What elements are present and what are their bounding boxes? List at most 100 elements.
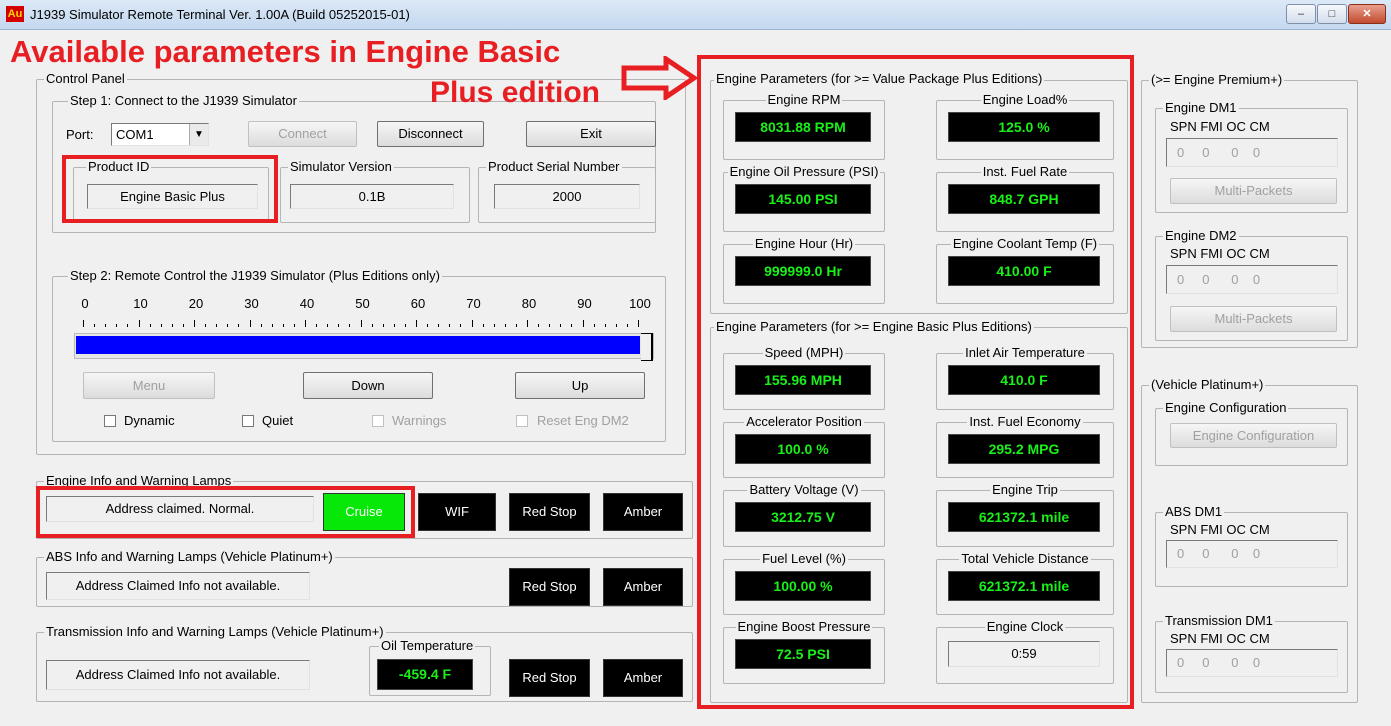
slider-tick [416, 320, 417, 327]
exit-button[interactable]: Exit [526, 121, 656, 147]
connect-button[interactable]: Connect [248, 121, 357, 147]
slider-tick [282, 324, 284, 327]
slider-ticks [83, 318, 643, 327]
slider-scale-label: 10 [133, 296, 148, 311]
slider-tick [349, 324, 351, 327]
slider-tick [316, 324, 318, 327]
slider-thumb[interactable] [641, 333, 653, 361]
slider-tick [626, 324, 628, 327]
slider-tick [582, 320, 584, 327]
slider-tick [116, 324, 118, 327]
slider-tick [393, 324, 395, 327]
chevron-down-icon[interactable]: ▼ [189, 124, 208, 145]
engine-dm1-values: 0 0 0 0 [1166, 138, 1338, 167]
warnings-checkbox[interactable] [372, 415, 384, 427]
engine-dm2-values: 0 0 0 0 [1166, 265, 1338, 294]
abs-info-title: ABS Info and Warning Lamps (Vehicle Plat… [44, 549, 335, 564]
slider-tick [571, 324, 573, 327]
engine-amber-lamp: Amber [603, 493, 683, 531]
slider-tick [227, 324, 229, 327]
minimize-button[interactable]: – [1286, 4, 1316, 24]
abs-dm1-values: 0 0 0 0 [1166, 540, 1338, 568]
slider-tick [371, 324, 373, 327]
trans-amber-lamp: Amber [603, 659, 683, 697]
down-button[interactable]: Down [303, 372, 433, 399]
trans-info-title: Transmission Info and Warning Lamps (Veh… [44, 624, 386, 639]
throttle-slider[interactable] [74, 333, 654, 361]
slider-tick [94, 324, 96, 327]
annotation-line1: Available parameters in Engine Basic [10, 34, 561, 69]
wif-lamp: WIF [418, 493, 496, 531]
slider-tick [160, 324, 162, 327]
disconnect-button[interactable]: Disconnect [377, 121, 484, 147]
trans-dm1-headers: SPN FMI OC CM [1170, 631, 1270, 646]
engine-dm2-multi-packets-button[interactable]: Multi-Packets [1170, 306, 1337, 332]
abs-amber-lamp: Amber [603, 568, 683, 606]
slider-tick [305, 320, 306, 327]
slider-tick [216, 324, 218, 327]
abs-dm1-title: ABS DM1 [1163, 504, 1225, 519]
sim-version-field: 0.1B [290, 184, 454, 209]
slider-tick [360, 320, 362, 327]
slider-tick [382, 324, 384, 327]
slider-tick [127, 324, 129, 327]
slider-tick [182, 324, 184, 327]
trans-status-field: Address Claimed Info not available. [46, 660, 310, 690]
slider-scale-label: 40 [299, 296, 315, 311]
right-arrow-icon [621, 56, 699, 100]
slider-tick [327, 324, 329, 327]
window-title: J1939 Simulator Remote Terminal Ver. 1.0… [30, 7, 410, 22]
slider-tick [438, 324, 440, 327]
slider-tick [482, 324, 484, 327]
slider-tick [538, 324, 540, 327]
reset-dm2-checkbox[interactable] [516, 415, 528, 427]
sim-version-label: Simulator Version [288, 159, 394, 174]
port-select[interactable]: COM1 ▼ [111, 123, 209, 146]
premium-title: (>= Engine Premium+) [1149, 72, 1285, 87]
slider-tick [527, 320, 528, 327]
oil-temp-label: Oil Temperature [379, 638, 476, 653]
trans-dm1-values: 0 0 0 0 [1166, 649, 1338, 677]
slider-tick [515, 324, 517, 327]
slider-tick [493, 324, 495, 327]
engine-config-title: Engine Configuration [1163, 400, 1289, 415]
engine-dm1-headers: SPN FMI OC CM [1170, 119, 1270, 134]
abs-status-field: Address Claimed Info not available. [46, 572, 310, 600]
close-button[interactable]: ✕ [1348, 4, 1386, 24]
slider-tick [271, 324, 273, 327]
slider-tick [138, 320, 140, 327]
slider-scale-label: 90 [577, 296, 592, 311]
annotation-line2: Plus edition [430, 76, 601, 109]
slider-fill [76, 336, 640, 354]
trans-red-stop-lamp: Red Stop [509, 659, 590, 697]
slider-tick [449, 324, 451, 327]
abs-red-stop-lamp: Red Stop [509, 568, 590, 606]
up-button[interactable]: Up [515, 372, 645, 399]
slider-scale-label: 60 [410, 296, 426, 311]
engine-config-button[interactable]: Engine Configuration [1170, 423, 1337, 448]
quiet-label: Quiet [262, 413, 294, 428]
slider-tick [427, 324, 429, 327]
slider-scale-label: 70 [466, 296, 481, 311]
port-label: Port: [66, 127, 94, 142]
abs-dm1-headers: SPN FMI OC CM [1170, 522, 1270, 537]
step2-title: Step 2: Remote Control the J1939 Simulat… [68, 268, 442, 283]
slider-scale-label: 0 [81, 296, 89, 311]
maximize-button[interactable]: □ [1317, 4, 1347, 24]
warnings-label: Warnings [392, 413, 447, 428]
engine-dm1-multi-packets-button[interactable]: Multi-Packets [1170, 178, 1337, 204]
quiet-checkbox[interactable] [242, 415, 254, 427]
menu-button[interactable]: Menu [83, 372, 215, 399]
slider-tick [205, 324, 207, 327]
engine-dm2-title: Engine DM2 [1163, 228, 1239, 243]
slider-scale-label: 100 [629, 296, 651, 311]
slider-tick [171, 324, 173, 327]
slider-tick [149, 324, 151, 327]
engine-info-highlight [36, 486, 415, 538]
slider-tick [560, 324, 562, 327]
slider-tick [604, 324, 606, 327]
slider-tick [249, 320, 251, 327]
dynamic-checkbox[interactable] [104, 415, 116, 427]
serial-label: Product Serial Number [486, 159, 622, 174]
app-icon: Au [6, 6, 24, 22]
